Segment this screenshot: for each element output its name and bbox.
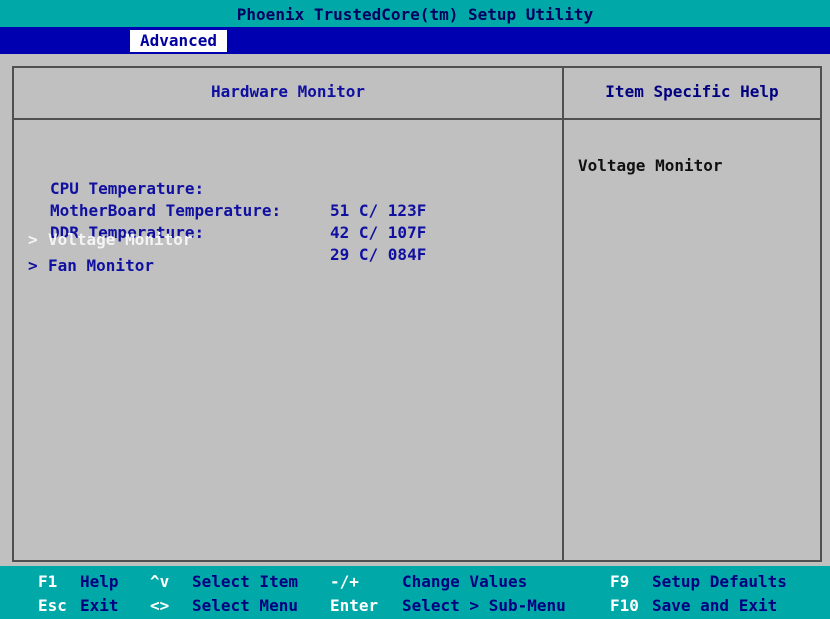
key-f9: F9 (610, 572, 630, 591)
submenu-fan-monitor[interactable]: > Fan Monitor (28, 254, 154, 278)
item-help-panel: Item Specific Help Voltage Monitor (564, 66, 822, 562)
key-legend: F1 Help ^v Select Item -/+ Change Values… (0, 566, 830, 619)
hardware-monitor-panel: Hardware Monitor CPU Temperature: 51 C/ … (12, 66, 564, 562)
submenu-label: Voltage Monitor (48, 230, 193, 249)
submenu-label: Fan Monitor (48, 256, 154, 275)
key-minus-plus: -/+ (330, 572, 359, 591)
tab-advanced[interactable]: Advanced (130, 30, 228, 52)
reading-value: 29 C/ 084F (330, 245, 427, 264)
key-enter: Enter (330, 596, 379, 615)
motherboard-temperature-row: MotherBoard Temperature: 42 C/ 107F (50, 178, 426, 242)
key-desc: Exit (80, 596, 119, 615)
reading-value: 42 C/ 107F (330, 223, 427, 242)
key-left-right: <> (150, 596, 170, 615)
key-desc: Help (80, 572, 119, 591)
submenu-arrow-icon: > (28, 230, 38, 249)
key-f10: F10 (610, 596, 639, 615)
submenu-arrow-icon: > (28, 256, 38, 275)
key-desc: Setup Defaults (652, 572, 787, 591)
ddr-temperature-row: DDR Temperature: 29 C/ 084F (50, 200, 426, 264)
key-desc: Select Item (192, 572, 298, 591)
app-title: Phoenix TrustedCore(tm) Setup Utility (236, 5, 594, 24)
key-up-down: ^v (150, 572, 170, 591)
key-desc: Change Values (402, 572, 528, 591)
menu-bar: Advanced (0, 27, 830, 54)
help-text: Voltage Monitor (578, 156, 723, 175)
key-desc: Select Menu (192, 596, 298, 615)
reading-value: 51 C/ 123F (330, 201, 427, 220)
key-desc: Select > Sub-Menu (402, 596, 566, 615)
panel-title: Hardware Monitor (14, 68, 562, 120)
key-esc: Esc (38, 596, 67, 615)
help-title: Item Specific Help (564, 68, 820, 120)
key-f1: F1 (38, 572, 58, 591)
cpu-temperature-row: CPU Temperature: 51 C/ 123F (50, 156, 426, 220)
title-bar: Phoenix TrustedCore(tm) Setup Utility (0, 0, 830, 27)
key-desc: Save and Exit (652, 596, 778, 615)
main-content: Hardware Monitor CPU Temperature: 51 C/ … (0, 54, 830, 566)
submenu-voltage-monitor[interactable]: > Voltage Monitor (28, 228, 193, 252)
